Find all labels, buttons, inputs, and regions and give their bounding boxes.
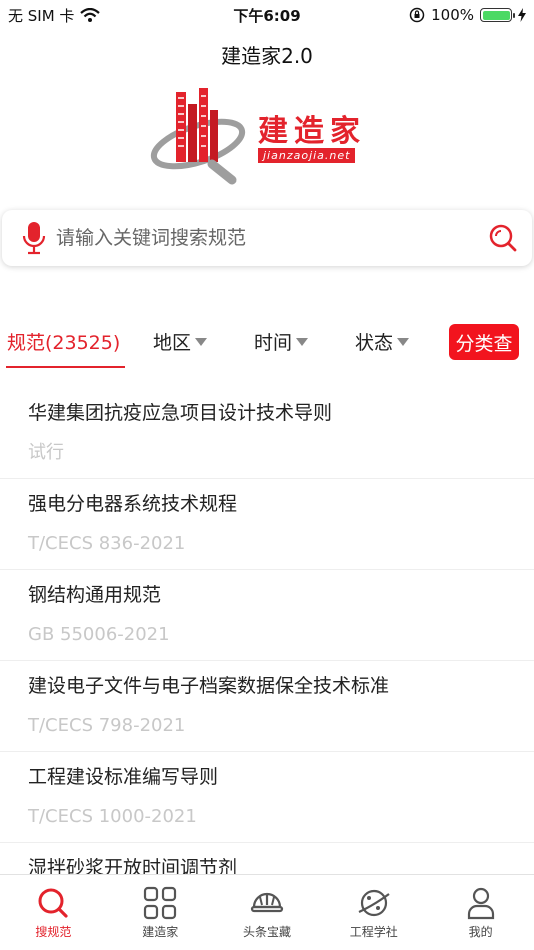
- tab-builder[interactable]: 建造家: [107, 875, 214, 950]
- item-title: 钢结构通用规范: [28, 584, 162, 606]
- item-code: 试行: [28, 442, 64, 463]
- list-item[interactable]: 湿拌砂浆开放时间调节剂: [0, 843, 534, 876]
- status-right: 100%: [409, 6, 526, 24]
- charging-bolt-icon: [518, 8, 526, 22]
- search-bar[interactable]: [2, 210, 532, 266]
- tab-label: 我的: [468, 925, 493, 939]
- search-icon: [38, 888, 68, 918]
- status-bar: 无 SIM 卡 下午6:09 100%: [0, 0, 534, 30]
- logo-graphic: [150, 88, 246, 185]
- list-item[interactable]: 建设电子文件与电子档案数据保全技术标准 T/CECS 798-2021: [0, 661, 534, 752]
- item-code: T/CECS 798-2021: [28, 715, 186, 736]
- list-item[interactable]: 钢结构通用规范 GB 55006-2021: [0, 570, 534, 661]
- item-code: T/CECS 1000-2021: [28, 806, 197, 827]
- filter-bar: 规范(23525) 地区 时间 状态 分类查: [0, 320, 534, 370]
- tab-specifications[interactable]: 规范(23525): [7, 328, 120, 355]
- tab-search-specs[interactable]: 搜规范: [0, 875, 107, 950]
- battery-percent: 100%: [431, 6, 474, 24]
- app-logo: 建造家 jianzaojia.net: [150, 84, 390, 188]
- battery-fill: [482, 10, 510, 20]
- item-code: GB 55006-2021: [28, 624, 170, 645]
- tab-label: 搜规范: [35, 925, 72, 939]
- logo-text: 建造家: [258, 114, 366, 149]
- standards-list: 华建集团抗疫应急项目设计技术导则 试行 强电分电器系统技术规程 T/CECS 8…: [0, 388, 534, 876]
- tab-headline-treasure[interactable]: 头条宝藏: [214, 875, 321, 950]
- tab-label: 头条宝藏: [242, 925, 291, 939]
- filter-time[interactable]: 时间: [254, 328, 309, 355]
- item-code: T/CECS 836-2021: [28, 533, 186, 554]
- filter-status-label: 状态: [355, 332, 394, 354]
- tab-label: 建造家: [142, 925, 179, 939]
- list-item[interactable]: 华建集团抗疫应急项目设计技术导则 试行: [0, 388, 534, 479]
- search-icon[interactable]: [488, 223, 518, 253]
- filter-status[interactable]: 状态: [355, 328, 410, 355]
- orientation-lock-icon: [409, 7, 425, 23]
- person-icon: [467, 887, 494, 920]
- logo-url: jianzaojia.net: [258, 148, 356, 163]
- caret-down-icon: [397, 337, 410, 346]
- list-item[interactable]: 强电分电器系统技术规程 T/CECS 836-2021: [0, 479, 534, 570]
- tab-engineering-society[interactable]: 工程学社: [320, 875, 427, 950]
- filter-region[interactable]: 地区: [153, 328, 208, 355]
- helmet-icon: [250, 892, 284, 913]
- item-title: 建设电子文件与电子档案数据保全技术标准: [28, 675, 390, 697]
- filter-time-label: 时间: [254, 332, 293, 354]
- filter-region-label: 地区: [153, 332, 192, 354]
- list-item[interactable]: 工程建设标准编写导则 T/CECS 1000-2021: [0, 752, 534, 843]
- carrier-label: 无 SIM 卡: [8, 6, 75, 25]
- caret-down-icon: [296, 337, 309, 346]
- grid-icon: [144, 886, 177, 920]
- caret-down-icon: [195, 337, 208, 346]
- microphone-icon[interactable]: [22, 221, 46, 255]
- planet-icon: [358, 889, 390, 917]
- classify-button[interactable]: 分类查: [449, 324, 519, 360]
- item-title: 强电分电器系统技术规程: [28, 493, 238, 515]
- active-tab-underline: [6, 366, 125, 368]
- wifi-icon: [80, 8, 101, 22]
- battery-icon: [480, 8, 515, 22]
- item-title: 工程建设标准编写导则: [28, 766, 219, 788]
- tab-mine[interactable]: 我的: [427, 875, 534, 950]
- bottom-tab-bar: 搜规范 建造家 头条宝藏 工程学社 我的: [0, 874, 534, 950]
- item-title: 华建集团抗疫应急项目设计技术导则: [28, 402, 333, 424]
- status-left: 无 SIM 卡: [8, 5, 101, 26]
- page-title: 建造家2.0: [221, 44, 313, 68]
- tab-label: 工程学社: [349, 925, 398, 939]
- search-input[interactable]: [56, 227, 488, 249]
- item-title: 湿拌砂浆开放时间调节剂: [28, 857, 238, 876]
